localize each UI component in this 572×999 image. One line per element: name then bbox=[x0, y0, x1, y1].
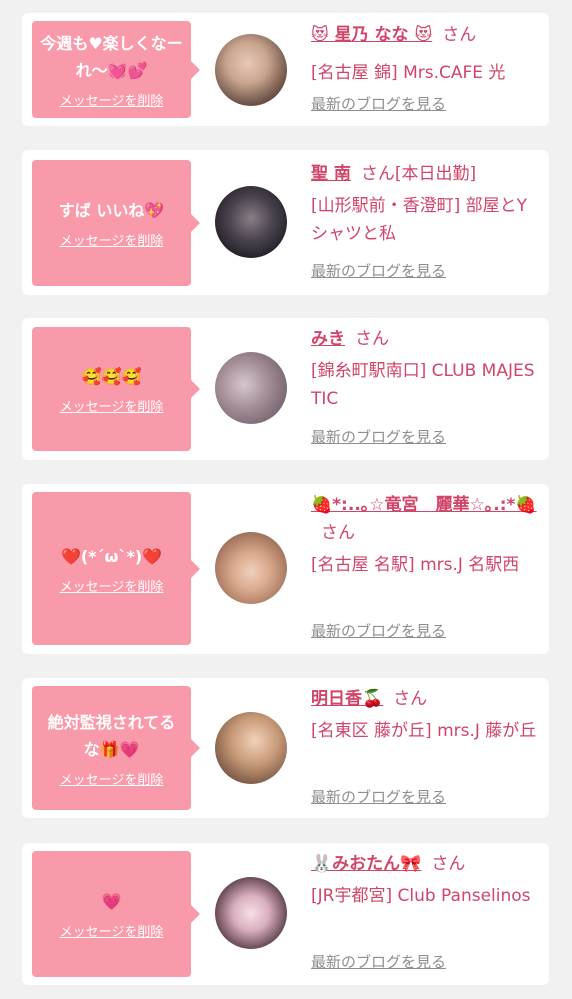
avatar[interactable] bbox=[215, 352, 287, 424]
view-blog-link[interactable]: 最新のブログを見る bbox=[311, 951, 446, 972]
message-card: 絶対監視されてるな🎁💗 メッセージを削除 明日香🍒 さん [名東区 藤が丘] mr… bbox=[22, 678, 549, 818]
view-blog-link[interactable]: 最新のブログを見る bbox=[311, 260, 446, 281]
view-blog-link[interactable]: 最新のブログを見る bbox=[311, 620, 446, 641]
message-bubble: 💗 メッセージを削除 bbox=[32, 851, 200, 977]
message-feed: 今週も♥楽しくなーれ〜💓💕 メッセージを削除 😻 星乃 なな 😻 さん [名古屋 … bbox=[0, 0, 572, 999]
avatar[interactable] bbox=[215, 877, 287, 949]
message-card: ❤️(*´ω`*)❤️ メッセージを削除 🍓*:..｡☆竜宮 麗華☆｡.:*🍓 さ… bbox=[22, 484, 549, 654]
user-name-link[interactable]: 🍓*:..｡☆竜宮 麗華☆｡.:*🍓 bbox=[311, 495, 537, 515]
shop-info: [名古屋 錦] Mrs.CAFE 光 bbox=[311, 63, 506, 83]
avatar[interactable] bbox=[215, 532, 287, 604]
message-text: 💗 bbox=[101, 892, 122, 911]
message-bubble: ❤️(*´ω`*)❤️ メッセージを削除 bbox=[32, 492, 200, 645]
delete-message-link[interactable]: メッセージを削除 bbox=[60, 769, 164, 788]
message-text: 今週も♥楽しくなーれ〜💓💕 bbox=[40, 34, 183, 80]
honorific: さん bbox=[360, 164, 395, 184]
message-text: 絶対監視されてるな🎁💗 bbox=[47, 712, 176, 759]
delete-message-link[interactable]: メッセージを削除 bbox=[60, 396, 164, 415]
shop-info: [名古屋 名駅] mrs.J 名駅西 bbox=[311, 555, 520, 575]
message-text: ❤️(*´ω`*)❤️ bbox=[60, 546, 163, 566]
view-blog-link[interactable]: 最新のブログを見る bbox=[311, 426, 446, 447]
user-name-link[interactable]: 明日香🍒 bbox=[311, 689, 383, 709]
shop-info: [山形駅前・香澄町] 部屋とYシャツと私 bbox=[311, 196, 528, 244]
message-card: 💗 メッセージを削除 🐰みおたん🎀 さん [JR宇都宮] Club Panseli… bbox=[22, 843, 549, 985]
honorific: さん bbox=[442, 25, 477, 45]
shop-info: [錦糸町駅南口] CLUB MAJESTIC bbox=[311, 361, 535, 409]
message-bubble: すば いいね💖 メッセージを削除 bbox=[32, 160, 200, 286]
view-blog-link[interactable]: 最新のブログを見る bbox=[311, 93, 446, 114]
avatar[interactable] bbox=[215, 34, 287, 106]
message-card: 今週も♥楽しくなーれ〜💓💕 メッセージを削除 😻 星乃 なな 😻 さん [名古屋 … bbox=[22, 13, 549, 126]
honorific: さん bbox=[431, 854, 466, 874]
honorific: さん bbox=[393, 689, 428, 709]
message-text: すば いいね💖 bbox=[58, 201, 165, 220]
delete-message-link[interactable]: メッセージを削除 bbox=[60, 576, 164, 595]
user-name-link[interactable]: みき bbox=[311, 329, 345, 349]
shop-info: [名東区 藤が丘] mrs.J 藤が丘 bbox=[311, 721, 537, 741]
delete-message-link[interactable]: メッセージを削除 bbox=[60, 921, 164, 940]
avatar[interactable] bbox=[215, 712, 287, 784]
name-suffix: [本日出勤] bbox=[394, 164, 477, 184]
message-bubble: 絶対監視されてるな🎁💗 メッセージを削除 bbox=[32, 686, 200, 810]
honorific: さん bbox=[321, 523, 355, 543]
honorific: さん bbox=[355, 329, 389, 349]
user-name-link[interactable]: 😻 星乃 なな 😻 bbox=[311, 25, 432, 45]
message-text: 🥰🥰🥰 bbox=[81, 367, 142, 386]
delete-message-link[interactable]: メッセージを削除 bbox=[60, 230, 164, 249]
message-card: すば いいね💖 メッセージを削除 聖 南さん[本日出勤] [山形駅前・香澄町] … bbox=[22, 150, 549, 295]
message-bubble: 今週も♥楽しくなーれ〜💓💕 メッセージを削除 bbox=[32, 21, 200, 118]
shop-info: [JR宇都宮] Club Panselinos bbox=[311, 886, 531, 906]
user-name-link[interactable]: 聖 南 bbox=[311, 164, 351, 184]
message-card: 🥰🥰🥰 メッセージを削除 みき さん [錦糸町駅南口] CLUB MAJESTIC… bbox=[22, 318, 549, 460]
user-name-link[interactable]: 🐰みおたん🎀 bbox=[311, 854, 421, 874]
view-blog-link[interactable]: 最新のブログを見る bbox=[311, 786, 446, 807]
message-bubble: 🥰🥰🥰 メッセージを削除 bbox=[32, 327, 200, 451]
delete-message-link[interactable]: メッセージを削除 bbox=[60, 90, 164, 109]
avatar[interactable] bbox=[215, 186, 287, 258]
